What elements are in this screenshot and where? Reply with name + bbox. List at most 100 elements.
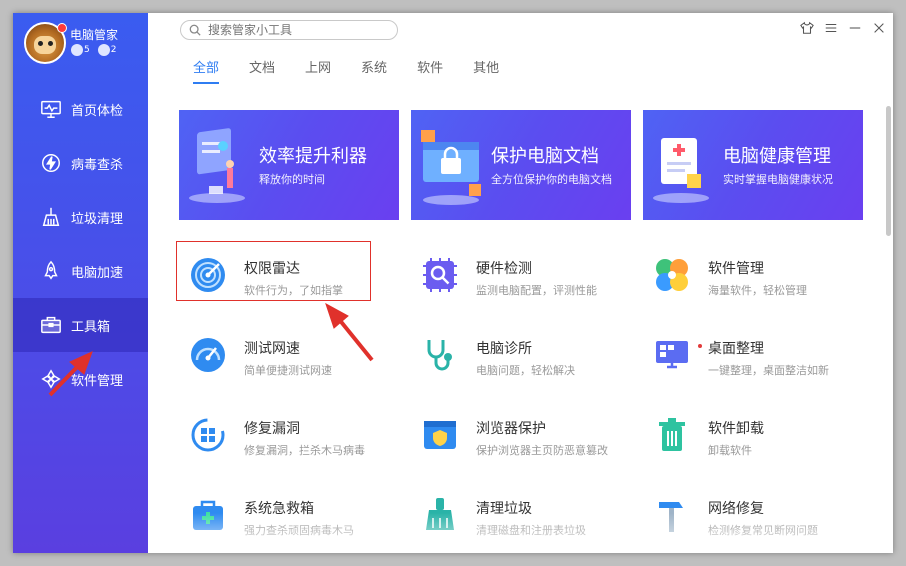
monitor-pulse-icon xyxy=(39,97,63,121)
banner-health[interactable]: 电脑健康管理 实时掌握电脑健康状况 xyxy=(643,110,863,220)
tool-desc: 强力查杀顽固病毒木马 xyxy=(244,524,354,537)
tool-desc: 监测电脑配置，评测性能 xyxy=(476,284,597,297)
tool-speed-test[interactable]: 测试网速 简单便捷测试网速 xyxy=(179,328,379,380)
search-icon xyxy=(189,21,201,40)
banner-subtitle: 实时掌握电脑健康状况 xyxy=(723,173,833,186)
new-indicator-dot xyxy=(698,344,702,348)
tool-name: 硬件检测 xyxy=(476,261,532,277)
tool-name: 测试网速 xyxy=(244,341,300,357)
close-icon[interactable] xyxy=(871,20,887,36)
minimize-icon[interactable] xyxy=(847,20,863,36)
tab-system[interactable]: 系统 xyxy=(361,57,387,84)
menu-icon[interactable] xyxy=(823,20,839,36)
tab-documents[interactable]: 文档 xyxy=(249,57,275,84)
highlight-box xyxy=(176,241,371,301)
brush-icon xyxy=(426,498,454,530)
hammer-icon xyxy=(659,502,683,532)
badge-vip[interactable]: 2 xyxy=(97,44,116,56)
app-title: 电脑管家 xyxy=(70,28,119,42)
stethoscope-icon xyxy=(427,340,452,371)
health-report-illustration-icon xyxy=(653,138,709,203)
efficiency-illustration-icon xyxy=(189,128,245,203)
sidebar-item-software[interactable]: 软件管理 xyxy=(13,352,148,406)
banner-title: 保护电脑文档 xyxy=(491,146,599,167)
tool-name: 清理垃圾 xyxy=(476,501,532,517)
skin-shirt-icon[interactable] xyxy=(799,20,815,36)
tool-name: 修复漏洞 xyxy=(244,421,300,437)
tool-desktop-organize[interactable]: 桌面整理 一键整理，桌面整洁如新 xyxy=(643,328,843,380)
tab-all[interactable]: 全部 xyxy=(193,57,220,84)
tool-desc: 清理磁盘和注册表垃圾 xyxy=(476,524,586,537)
tool-software-manage[interactable]: 软件管理 海量软件，轻松管理 xyxy=(643,248,843,300)
sidebar-item-speedup[interactable]: 电脑加速 xyxy=(13,244,148,298)
badge-shield[interactable]: 5 xyxy=(71,44,90,56)
window-controls xyxy=(799,20,887,36)
sidebar-item-label: 垃圾清理 xyxy=(71,211,124,227)
tool-name: 软件卸载 xyxy=(708,421,764,437)
tool-name: 网络修复 xyxy=(708,501,764,517)
software-icon xyxy=(39,367,63,391)
sidebar-item-virus-scan[interactable]: 病毒查杀 xyxy=(13,136,148,190)
tool-desc: 一键整理，桌面整洁如新 xyxy=(708,364,829,377)
banner-subtitle: 全方位保护你的电脑文档 xyxy=(491,173,612,186)
sidebar-item-home-checkup[interactable]: 首页体检 xyxy=(13,82,148,136)
tool-clean-junk[interactable]: 清理垃圾 清理磁盘和注册表垃圾 xyxy=(411,488,611,540)
tool-name: 浏览器保护 xyxy=(476,421,546,437)
tool-desc: 电脑问题，轻松解决 xyxy=(476,364,575,377)
sidebar-item-label: 病毒查杀 xyxy=(71,157,124,173)
tool-desc: 卸载软件 xyxy=(708,444,752,457)
trash-icon xyxy=(659,418,685,451)
category-tabs: 全部 文档 上网 系统 软件 其他 xyxy=(193,57,529,84)
rocket-icon xyxy=(39,259,63,283)
banner-title: 电脑健康管理 xyxy=(723,146,831,167)
speedometer-icon xyxy=(191,338,225,372)
main-window: 电脑管家 5 2 首页体检 病毒查杀 垃圾清理 电脑加速 工具箱 软件管理 搜索… xyxy=(13,13,893,553)
tool-desc: 海量软件，轻松管理 xyxy=(708,284,807,297)
banner-title: 效率提升利器 xyxy=(259,146,367,167)
tool-browser-protect[interactable]: 浏览器保护 保护浏览器主页防恶意篡改 xyxy=(411,408,611,460)
document-lock-illustration-icon xyxy=(421,130,481,205)
sidebar-item-label: 电脑加速 xyxy=(71,265,124,281)
search-input[interactable] xyxy=(206,22,390,38)
broom-icon xyxy=(39,205,63,229)
search-box xyxy=(180,20,398,40)
tool-hardware-detect[interactable]: 硬件检测 监测电脑配置，评测性能 xyxy=(411,248,611,300)
tool-pc-clinic[interactable]: 电脑诊所 电脑问题，轻松解决 xyxy=(411,328,611,380)
tool-name: 桌面整理 xyxy=(708,341,764,357)
browser-shield-icon xyxy=(424,421,456,449)
sidebar-item-label: 工具箱 xyxy=(71,319,111,335)
windows-repair-icon xyxy=(191,418,225,452)
tool-fix-vulnerability[interactable]: 修复漏洞 修复漏洞，拦杀木马病毒 xyxy=(179,408,379,460)
banner-subtitle: 释放你的时间 xyxy=(259,173,325,186)
tool-name: 系统急救箱 xyxy=(244,501,314,517)
sidebar-item-label: 软件管理 xyxy=(71,373,124,389)
tab-internet[interactable]: 上网 xyxy=(305,57,331,84)
avatar[interactable] xyxy=(24,22,67,64)
tab-other[interactable]: 其他 xyxy=(473,57,499,84)
sidebar-item-label: 首页体检 xyxy=(71,103,124,119)
tool-uninstall[interactable]: 软件卸载 卸载软件 xyxy=(643,408,843,460)
lightning-shield-icon xyxy=(39,151,63,175)
scrollbar[interactable] xyxy=(886,106,891,236)
notification-dot xyxy=(57,23,67,33)
tool-desc: 检测修复常见断网问题 xyxy=(708,524,818,537)
first-aid-icon xyxy=(193,500,223,530)
tool-system-first-aid[interactable]: 系统急救箱 强力查杀顽固病毒木马 xyxy=(179,488,379,540)
sidebar-item-junk-clean[interactable]: 垃圾清理 xyxy=(13,190,148,244)
tool-desc: 简单便捷测试网速 xyxy=(244,364,332,377)
banner-efficiency[interactable]: 效率提升利器 释放你的时间 xyxy=(179,110,399,220)
toolbox-icon xyxy=(39,313,63,337)
tool-network-repair[interactable]: 网络修复 检测修复常见断网问题 xyxy=(643,488,843,540)
tool-name: 电脑诊所 xyxy=(476,341,532,357)
desktop-organize-icon xyxy=(656,341,688,369)
tool-desc: 修复漏洞，拦杀木马病毒 xyxy=(244,444,365,457)
tool-desc: 保护浏览器主页防恶意篡改 xyxy=(476,444,608,457)
sidebar: 电脑管家 5 2 首页体检 病毒查杀 垃圾清理 电脑加速 工具箱 软件管理 xyxy=(13,13,148,553)
sidebar-nav: 首页体检 病毒查杀 垃圾清理 电脑加速 工具箱 软件管理 xyxy=(13,82,148,406)
clover-icon xyxy=(656,259,688,291)
tab-software[interactable]: 软件 xyxy=(417,57,443,84)
chip-search-icon xyxy=(423,258,457,292)
sidebar-item-toolbox[interactable]: 工具箱 xyxy=(13,298,148,352)
banner-protect-documents[interactable]: 保护电脑文档 全方位保护你的电脑文档 xyxy=(411,110,631,220)
tool-name: 软件管理 xyxy=(708,261,764,277)
